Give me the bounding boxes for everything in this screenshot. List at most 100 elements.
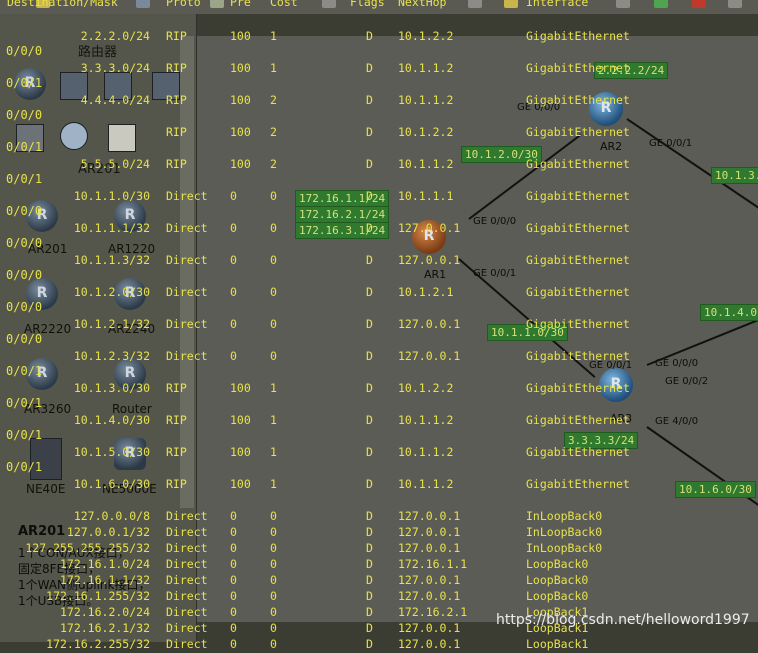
route-pre: 0 [230,541,237,555]
route-proto: RIP [166,93,187,107]
route-flags: D [366,29,373,43]
route-nexthop: 127.0.0.1 [398,541,461,555]
route-pre: 0 [230,509,237,523]
route-dest: 10.1.5.0/30 [73,445,150,459]
route-dest: 10.1.1.1/32 [73,221,150,235]
route-pre: 100 [230,445,251,459]
route-cost: 2 [270,157,277,171]
route-iface: GigabitEthernet [526,93,630,107]
route-iface: GigabitEthernet [526,125,630,139]
route-row: 127.255.255.255/32 Direct 0 0 D 127.0.0.1 InLo… [0,541,758,557]
route-cost: 0 [270,317,277,331]
route-flags: D [366,509,373,523]
left-tag: 0/0/0 [6,300,43,314]
route-flags: D [366,541,373,555]
route-iface: GigabitEthernet [526,221,630,235]
route-cost: 0 [270,557,277,571]
route-pre: 100 [230,381,251,395]
route-dest: 172.16.1.255/32 [46,589,150,603]
route-proto: Direct [166,509,208,523]
route-cost: 0 [270,525,277,539]
left-tag: 0/0/1 [6,364,43,378]
route-iface: LoopBack0 [526,573,589,587]
route-iface: GigabitEthernet [526,349,630,363]
route-iface: GigabitEthernet [526,381,630,395]
route-dest: 10.1.2.3/32 [73,349,150,363]
route-row: 10.1.1.1/32 Direct 0 0 D 127.0.0.1 GigabitEthe… [0,221,758,237]
route-nexthop: 127.0.0.1 [398,349,461,363]
route-cost: 1 [270,29,277,43]
route-pre: 100 [230,93,251,107]
route-proto: Direct [166,525,208,539]
route-flags: D [366,589,373,603]
header-nexthop: NextHop [398,0,447,9]
route-cost: 0 [270,589,277,603]
route-pre: 0 [230,557,237,571]
route-pre: 0 [230,221,237,235]
route-nexthop: 10.1.1.1 [398,189,454,203]
route-proto: Direct [166,573,208,587]
header-interface: Interface [526,0,589,9]
route-row: 5.5.5.0/24 RIP 100 2 D 10.1.1.2 GigabitEtherne… [0,157,758,173]
route-flags: D [366,253,373,267]
route-iface: GigabitEthernet [526,61,630,75]
left-tag: 0/0/0 [6,204,43,218]
route-cost: 0 [270,189,277,203]
route-cost: 0 [270,253,277,267]
route-cost: 0 [270,573,277,587]
left-tag: 0/0/1 [6,460,43,474]
route-row: 10.1.4.0/30 RIP 100 1 D 10.1.1.2 GigabitEthern… [0,413,758,429]
route-pre: 0 [230,285,237,299]
route-iface: InLoopBack0 [526,509,603,523]
route-cost: 0 [270,637,277,651]
route-iface: GigabitEthernet [526,189,630,203]
route-cost: 1 [270,445,277,459]
header-proto: Proto [166,0,201,9]
route-pre: 0 [230,525,237,539]
route-nexthop: 127.0.0.1 [398,637,461,651]
left-tag: 0/0/1 [6,396,43,410]
route-proto: RIP [166,125,187,139]
watermark: https://blog.csdn.net/helloword1997 [496,612,750,628]
route-dest: 2.2.2.0/24 [80,29,150,43]
route-iface: GigabitEthernet [526,157,630,171]
left-tag: 0/0/1 [6,140,43,154]
route-pre: 0 [230,637,237,651]
route-row: 10.1.1.3/32 Direct 0 0 D 127.0.0.1 GigabitEthe… [0,253,758,269]
route-proto: Direct [166,621,208,635]
route-dest: 127.255.255.255/32 [25,541,150,555]
route-pre: 0 [230,253,237,267]
route-row: 3.3.3.0/24 RIP 100 1 D 10.1.1.2 GigabitEtherne… [0,61,758,77]
route-iface: GigabitEthernet [526,29,630,43]
route-row: 172.16.1.1/32 Direct 0 0 D 127.0.0.1 LoopBack0 [0,573,758,589]
route-flags: D [366,637,373,651]
route-nexthop: 127.0.0.1 [398,253,461,267]
route-iface: GigabitEthernet [526,253,630,267]
route-pre: 0 [230,605,237,619]
route-dest: 127.0.0.1/32 [66,525,150,539]
route-dest: 172.16.1.0/24 [59,557,150,571]
route-proto: Direct [166,285,208,299]
route-flags: D [366,349,373,363]
route-row: 10.1.2.1/32 Direct 0 0 D 127.0.0.1 GigabitEthe… [0,317,758,333]
route-row: 10.1.1.0/30 Direct 0 0 D 10.1.1.1 GigabitEther… [0,189,758,205]
route-pre: 0 [230,621,237,635]
route-flags: D [366,93,373,107]
route-row: 172.16.2.255/32 Direct 0 0 D 127.0.0.1 LoopBac… [0,637,758,653]
route-proto: Direct [166,589,208,603]
route-iface: GigabitEthernet [526,477,630,491]
header-cost: Cost [270,0,298,9]
route-iface: GigabitEthernet [526,317,630,331]
route-row: 2.2.2.0/24 RIP 100 1 D 10.1.2.2 GigabitEtherne… [0,29,758,45]
left-tag: 0/0/1 [6,172,43,186]
route-nexthop: 10.1.2.2 [398,381,454,395]
route-dest: 10.1.2.1/32 [73,317,150,331]
route-row: RIP 100 2 D 10.1.2.2 GigabitEthernet [0,125,758,141]
route-dest: 10.1.1.0/30 [73,189,150,203]
route-iface: InLoopBack0 [526,541,603,555]
route-proto: Direct [166,541,208,555]
header-destination: Destination/Mask [7,0,118,9]
route-dest: 172.16.2.0/24 [59,605,150,619]
route-row: 10.1.2.3/32 Direct 0 0 D 127.0.0.1 GigabitEthe… [0,349,758,365]
route-nexthop: 10.1.1.2 [398,93,454,107]
